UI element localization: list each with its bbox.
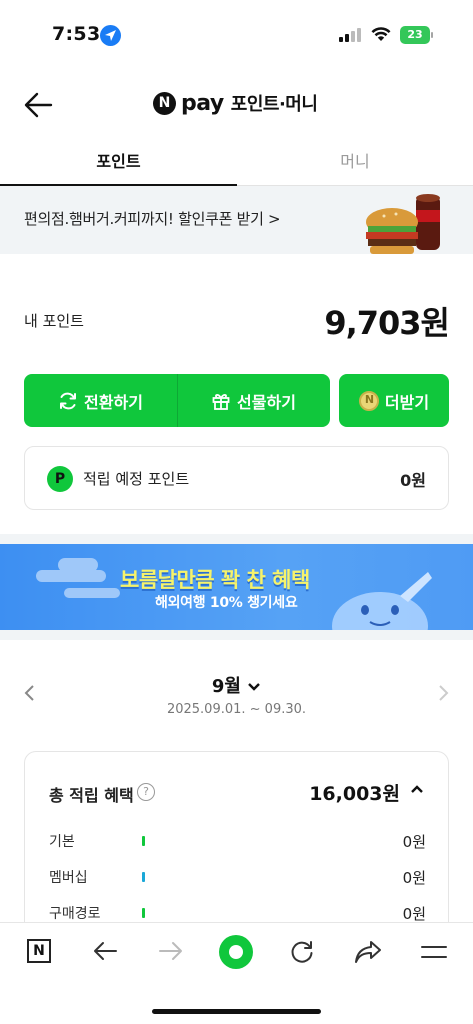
refresh-icon[interactable] — [289, 939, 315, 965]
green-dot-icon[interactable] — [219, 935, 253, 969]
nav-header: N pay 포인트·머니 — [0, 70, 473, 138]
naver-home-icon[interactable]: N — [27, 939, 51, 963]
tab-points[interactable]: 포인트 — [0, 140, 237, 186]
benefit-row-bar — [142, 872, 145, 882]
cloud-shape — [58, 558, 98, 572]
coin-icon — [358, 390, 379, 411]
rabbit-character-image — [332, 572, 432, 630]
benefit-row-value: 0원 — [402, 833, 426, 851]
month-label: 9월 — [211, 676, 241, 697]
convert-button[interactable]: 전환하기 — [24, 374, 177, 427]
location-arrow-icon — [100, 25, 121, 46]
benefit-row-bar — [142, 836, 145, 846]
total-benefit-value: 16,003원 — [309, 783, 400, 805]
coupon-promo-banner[interactable]: 편의점.햄버거.커피까지! 할인쿠폰 받기 > — [0, 186, 473, 254]
benefit-row-value: 0원 — [402, 905, 426, 923]
wifi-icon — [371, 26, 391, 46]
menu-icon[interactable] — [420, 943, 448, 961]
month-range: 2025.09.01. ~ 09.30. — [166, 702, 307, 717]
battery-cap — [431, 32, 433, 38]
total-benefit-title: 총 적립 혜택 — [49, 786, 134, 805]
benefit-row-label: 멤버십 — [49, 870, 88, 886]
pending-points-label: 적립 예정 포인트 — [83, 470, 190, 488]
benefit-row: 멤버십 0원 — [49, 867, 426, 889]
status-bar: 7:53 23 — [0, 0, 473, 70]
button-divider — [177, 374, 178, 427]
chevron-down-icon — [248, 683, 261, 691]
back-arrow-icon[interactable] — [24, 92, 54, 118]
points-section: 내 포인트 9,703원 전환하기 선물하기 더받기 P 적립 예정 포인트 0… — [0, 254, 473, 534]
gift-icon — [212, 393, 230, 410]
my-points-value: 9,703원 — [324, 304, 450, 342]
section-divider — [0, 534, 473, 544]
event-banner[interactable]: 보름달만큼 꽉 찬 혜택 해외여행 10% 챙기세요 — [0, 544, 473, 630]
chevron-right-icon[interactable] — [437, 684, 451, 702]
forward-icon[interactable] — [158, 939, 184, 963]
earn-more-button[interactable]: 더받기 — [339, 374, 449, 427]
section-divider — [0, 630, 473, 640]
help-icon[interactable]: ? — [137, 783, 155, 801]
tab-bar: 포인트 머니 — [0, 140, 473, 186]
home-indicator — [152, 1009, 321, 1014]
my-points-label: 내 포인트 — [24, 312, 84, 330]
cellular-signal-icon — [339, 28, 363, 42]
share-icon[interactable] — [354, 939, 382, 965]
point-p-icon: P — [47, 466, 73, 492]
pending-points-card[interactable]: P 적립 예정 포인트 0원 — [24, 446, 449, 510]
convert-button-label: 전환하기 — [84, 392, 143, 412]
burger-cola-image — [366, 194, 440, 254]
pending-points-value: 0원 — [400, 471, 426, 490]
page-title: N pay 포인트·머니 — [153, 90, 318, 116]
pay-logo-text: pay — [181, 90, 224, 116]
cloud-shape — [64, 588, 120, 598]
month-selector: 9월 2025.09.01. ~ 09.30. — [0, 640, 473, 750]
total-benefit-card: 총 적립 혜택 ? 16,003원 기본 0원 멤버십 0원 구매경로 0원 — [24, 751, 449, 951]
earn-more-button-label: 더받기 — [384, 392, 430, 412]
chevron-up-icon[interactable] — [410, 784, 424, 794]
browser-toolbar: N — [0, 922, 473, 1024]
month-dropdown[interactable]: 9월 — [0, 672, 473, 698]
promo-text: 편의점.햄버거.커피까지! 할인쿠폰 받기 > — [24, 210, 281, 228]
tab-money[interactable]: 머니 — [237, 140, 473, 186]
benefit-row-bar — [142, 908, 145, 918]
benefit-row-label: 구매경로 — [49, 906, 101, 922]
gift-button-label: 선물하기 — [237, 392, 296, 412]
benefit-row: 기본 0원 — [49, 831, 426, 853]
benefit-row-label: 기본 — [49, 834, 75, 850]
points-action-group: 전환하기 선물하기 — [24, 374, 330, 427]
page-title-text: 포인트·머니 — [230, 94, 318, 115]
event-banner-subtitle: 해외여행 10% 챙기세요 — [155, 595, 298, 611]
gift-button[interactable]: 선물하기 — [177, 374, 330, 427]
naver-logo-icon: N — [153, 91, 176, 115]
battery-icon: 23 — [400, 26, 430, 44]
back-icon[interactable] — [92, 939, 118, 963]
status-time: 7:53 — [52, 23, 101, 45]
refresh-icon — [60, 392, 77, 409]
event-banner-title: 보름달만큼 꽉 찬 혜택 — [120, 568, 310, 592]
benefit-row-value: 0원 — [402, 869, 426, 887]
